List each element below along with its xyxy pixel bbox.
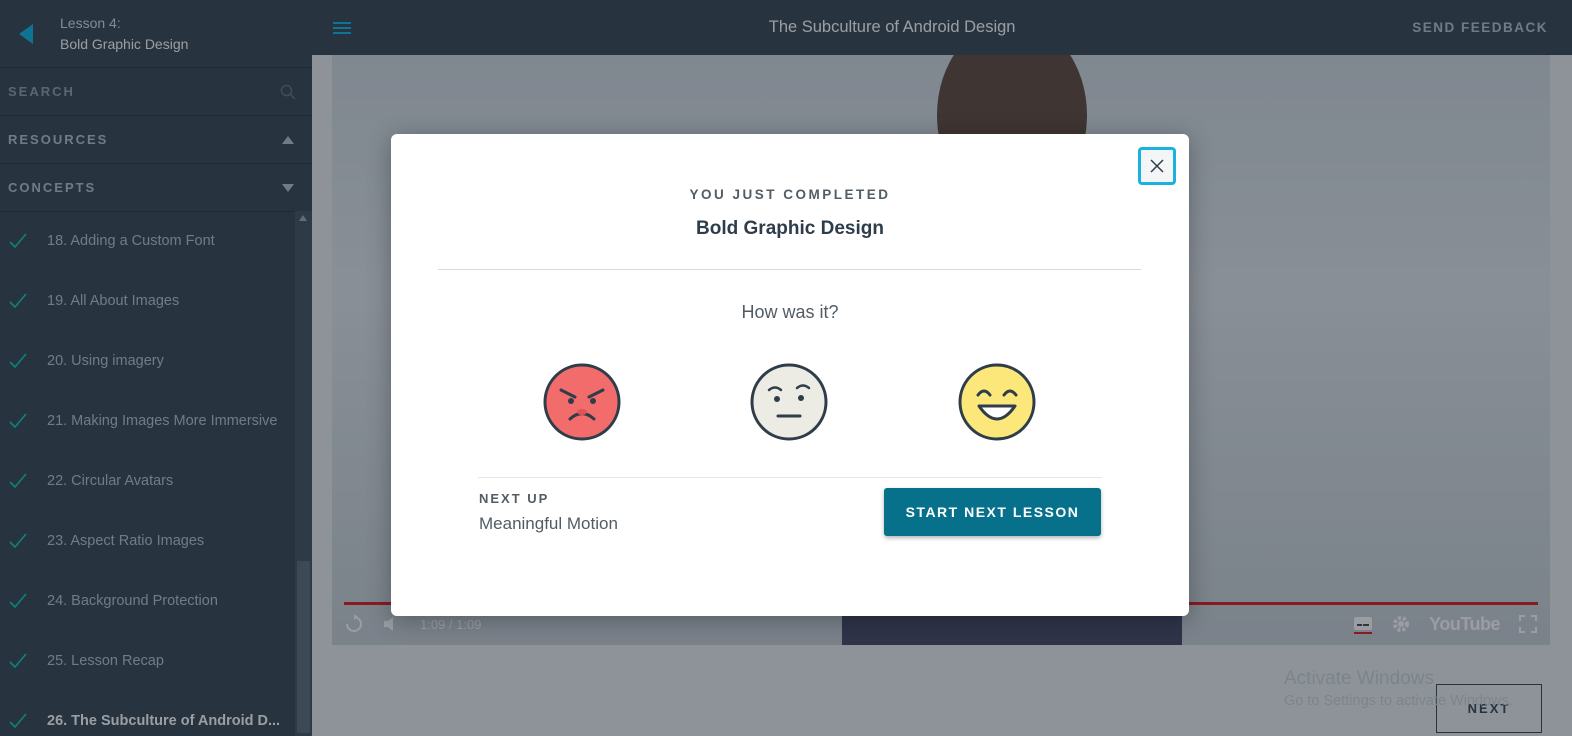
start-next-lesson-button[interactable]: START NEXT LESSON [884, 488, 1101, 536]
angry-face-icon [543, 363, 621, 441]
rating-happy-button[interactable] [957, 362, 1037, 442]
happy-face-icon [958, 363, 1036, 441]
next-up-title: Meaningful Motion [479, 514, 618, 533]
rating-neutral-button[interactable] [749, 362, 829, 442]
divider [438, 269, 1141, 270]
divider [478, 477, 1102, 478]
neutral-face-icon [750, 363, 828, 441]
completed-title: Bold Graphic Design [696, 218, 884, 239]
rating-angry-button[interactable] [542, 362, 622, 442]
close-icon [1150, 159, 1164, 173]
next-up-label: NEXT UP [479, 491, 550, 506]
close-button[interactable] [1138, 147, 1176, 185]
lesson-complete-modal: YOU JUST COMPLETED Bold Graphic Design H… [391, 134, 1189, 616]
completed-label: YOU JUST COMPLETED [689, 187, 891, 202]
rating-question: How was it? [741, 302, 839, 322]
